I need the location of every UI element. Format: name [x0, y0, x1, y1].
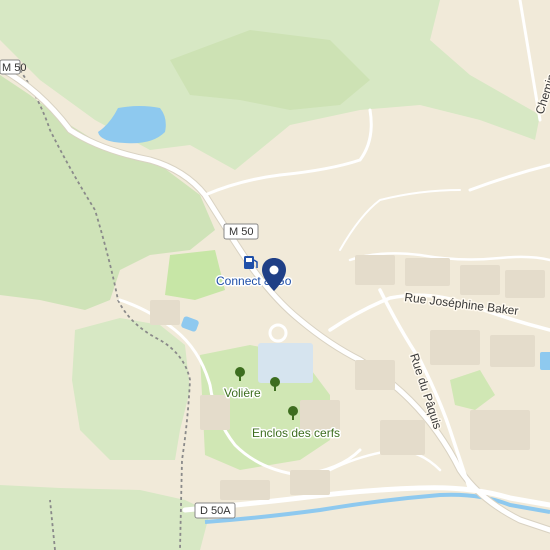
svg-text:D 50A: D 50A [200, 505, 231, 517]
road-shield-m50-mid: M 50 [223, 223, 259, 240]
poi-label-voliere[interactable]: Volière [223, 385, 263, 402]
forest-area-southwest [72, 318, 190, 460]
road-shield-m50-top: M 50 [0, 59, 26, 75]
pond-east [540, 352, 550, 370]
poi-label-enclos[interactable]: Enclos des cerfs [251, 425, 342, 442]
sports-field [258, 343, 313, 383]
svg-text:M 50: M 50 [229, 226, 253, 238]
map-canvas[interactable]: M 50 M 50 D 50A Volière Enclos des cerfs… [0, 0, 550, 550]
road-shield-d50a: D 50A [194, 502, 236, 519]
svg-text:M 50: M 50 [2, 62, 26, 74]
